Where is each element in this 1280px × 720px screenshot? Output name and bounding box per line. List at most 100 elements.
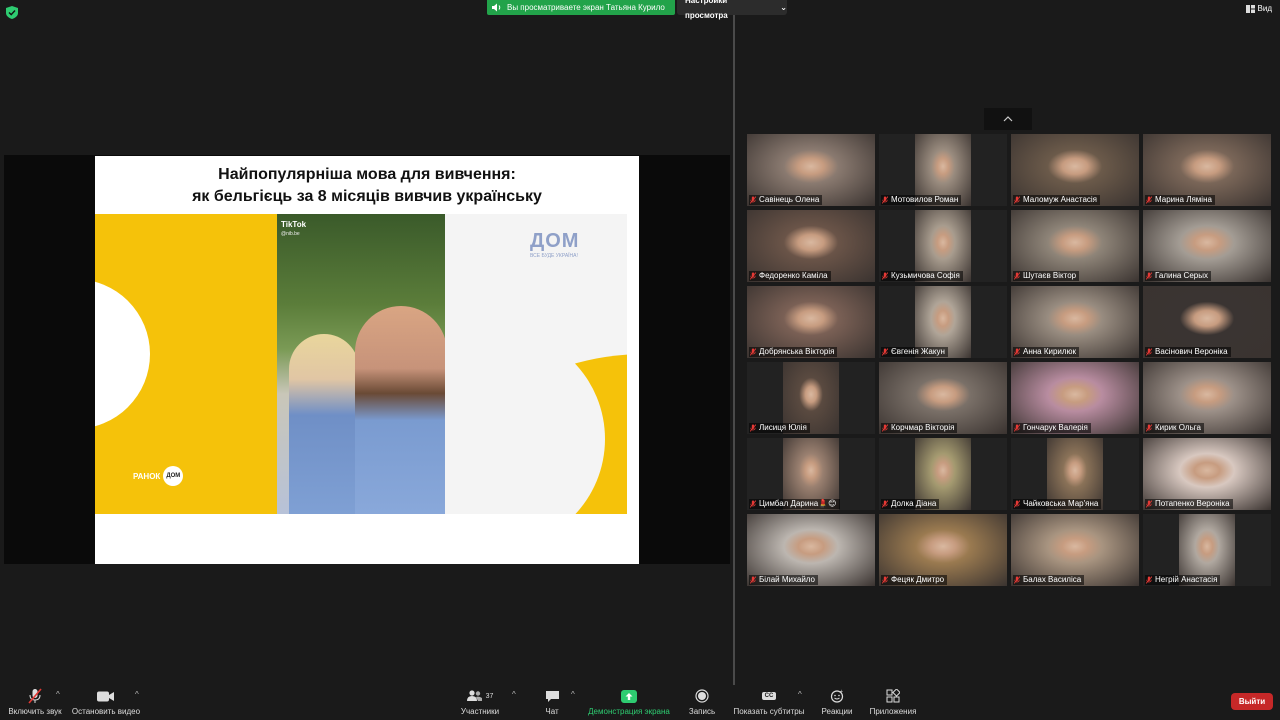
participant-name: Лисиця Юлія	[749, 423, 810, 433]
participant-tile[interactable]: Федоренко Каміла	[747, 210, 875, 282]
participant-name-text: Анна Кирилюк	[1023, 347, 1077, 356]
participant-tile[interactable]: Шутаєв Віктор	[1011, 210, 1139, 282]
participant-name-text: Васінович Вероніка	[1155, 347, 1228, 356]
participant-tile[interactable]: Мотовилов Роман	[879, 134, 1007, 206]
participant-name-text: Фецяк Дмитро	[891, 575, 945, 584]
tiktok-logo: TikTok	[281, 220, 307, 229]
participant-tile[interactable]: Потапенко Вероніка	[1143, 438, 1271, 510]
video-options-caret[interactable]: ^	[135, 690, 139, 699]
gallery-scroll-up-button[interactable]	[984, 108, 1032, 130]
view-options-label: Настройки просмотра	[685, 0, 728, 20]
ranok-logo: РАНОК ДОМ	[133, 466, 184, 486]
muted-mic-icon	[1014, 348, 1020, 356]
participant-tile[interactable]: Балах Василіса	[1011, 514, 1139, 586]
muted-mic-icon	[1014, 424, 1020, 432]
participant-tile[interactable]: Євгенія Жакун	[879, 286, 1007, 358]
share-screen-icon	[621, 689, 637, 703]
participant-tile[interactable]: Маломуж Анастасія	[1011, 134, 1139, 206]
participant-name: Мотовилов Роман	[881, 195, 962, 205]
participant-tile[interactable]: Гончарук Валерія	[1011, 362, 1139, 434]
participant-tile[interactable]: Лисиця Юлія	[747, 362, 875, 434]
chat-label: Чат	[545, 707, 559, 716]
participant-name: Марина Ляміна	[1145, 195, 1215, 205]
participant-tile[interactable]: Савінець Олена	[747, 134, 875, 206]
record-button[interactable]: Запись	[684, 688, 720, 716]
participant-name: Кирик Ольга	[1145, 423, 1204, 433]
participant-tile[interactable]: Кирик Ольга	[1143, 362, 1271, 434]
participant-name-text: Шутаєв Віктор	[1023, 271, 1077, 280]
participant-tile[interactable]: Марина Ляміна	[1143, 134, 1271, 206]
photo-person-man	[355, 306, 445, 514]
participant-name-text: Білай Михайло	[759, 575, 816, 584]
svg-text:+: +	[840, 689, 843, 695]
muted-mic-icon	[882, 500, 888, 508]
participant-tile[interactable]: Негрій Анастасія	[1143, 514, 1271, 586]
participant-tile[interactable]: Кузьмичова Софія	[879, 210, 1007, 282]
tiktok-username: @nib.be	[281, 231, 300, 237]
participants-options-caret[interactable]: ^	[512, 690, 516, 699]
participant-name-text: Потапенко Вероніка	[1155, 499, 1230, 508]
participant-name: Євгенія Жакун	[881, 347, 948, 357]
participant-name-text: Чайковська Мар'яна	[1023, 499, 1099, 508]
participant-name-text: Цимбал Дарина💄😊	[759, 499, 837, 508]
muted-mic-icon	[1146, 272, 1152, 280]
participants-button[interactable]: 37 Участники	[456, 688, 504, 716]
participant-tile[interactable]: Чайковська Мар'яна	[1011, 438, 1139, 510]
participants-label: Участники	[460, 707, 500, 716]
participant-name: Галина Серых	[1145, 271, 1211, 281]
security-shield-icon[interactable]	[6, 6, 20, 20]
stop-video-label: Остановить видео	[71, 707, 141, 716]
participant-tile[interactable]: Корчмар Вікторія	[879, 362, 1007, 434]
muted-mic-icon	[750, 348, 756, 356]
captions-options-caret[interactable]: ^	[798, 690, 802, 699]
audio-options-caret[interactable]: ^	[56, 690, 60, 699]
slide-title: Найпопулярніша мова для вивчення: як бел…	[95, 164, 639, 208]
chevron-up-icon	[1003, 116, 1013, 122]
splitter-handle[interactable]	[733, 15, 735, 685]
participant-tile[interactable]: Долка Діана	[879, 438, 1007, 510]
participant-tile[interactable]: Білай Михайло	[747, 514, 875, 586]
participant-tile[interactable]: Васінович Вероніка	[1143, 286, 1271, 358]
participant-tile[interactable]: Добрянська Вікторія	[747, 286, 875, 358]
participant-name: Балах Василіса	[1013, 575, 1085, 585]
participant-name-text: Кирик Ольга	[1155, 423, 1201, 432]
slide-title-line1: Найпопулярніша мова для вивчення:	[218, 166, 516, 183]
leave-meeting-button[interactable]: Выйти	[1231, 693, 1273, 710]
muted-mic-icon	[1146, 196, 1152, 204]
unmute-label: Включить звук	[8, 707, 62, 716]
share-banner-text: Вы просматриваете экран Татьяна Курило	[507, 3, 665, 12]
chat-options-caret[interactable]: ^	[571, 690, 575, 699]
screen-share-banner[interactable]: Вы просматриваете экран Татьяна Курило	[487, 0, 675, 15]
muted-mic-icon	[750, 196, 756, 204]
participant-tile[interactable]: Галина Серых	[1143, 210, 1271, 282]
muted-mic-icon	[1146, 424, 1152, 432]
participant-name-text: Негрій Анастасія	[1155, 575, 1218, 584]
chevron-down-icon: ⌄	[780, 3, 787, 12]
reaction-smiley-icon: +	[830, 689, 844, 703]
participant-tile[interactable]: Анна Кирилюк	[1011, 286, 1139, 358]
view-button[interactable]: Вид	[1245, 4, 1272, 13]
participant-tile[interactable]: Фецяк Дмитро	[879, 514, 1007, 586]
share-screen-button[interactable]: Демонстрация экрана	[586, 688, 672, 716]
muted-mic-icon	[1146, 576, 1152, 584]
chat-button[interactable]: Чат	[534, 688, 570, 716]
participant-name: Потапенко Вероніка	[1145, 499, 1233, 509]
captions-cc-icon: CC	[761, 692, 777, 700]
participant-name-text: Марина Ляміна	[1155, 195, 1212, 204]
stop-video-button[interactable]: Остановить видео	[70, 688, 142, 716]
muted-mic-icon	[882, 424, 888, 432]
muted-mic-icon	[882, 348, 888, 356]
apps-button[interactable]: Приложения	[866, 688, 920, 716]
participant-name: Корчмар Вікторія	[881, 423, 958, 433]
muted-mic-icon	[882, 272, 888, 280]
reactions-button[interactable]: + Реакции	[818, 688, 856, 716]
dom-logo: ДОМ	[530, 230, 580, 252]
captions-button[interactable]: CC Показать субтитры	[732, 688, 806, 716]
dom-badge: ДОМ	[163, 466, 184, 486]
participant-name-text: Корчмар Вікторія	[891, 423, 955, 432]
participant-name-text: Федоренко Каміла	[759, 271, 828, 280]
participant-name: Фецяк Дмитро	[881, 575, 948, 585]
view-options-dropdown[interactable]: Настройки просмотра ⌄	[677, 0, 787, 20]
yellow-shape-left: РАНОК ДОМ	[95, 214, 277, 514]
participant-tile[interactable]: Цимбал Дарина💄😊	[747, 438, 875, 510]
